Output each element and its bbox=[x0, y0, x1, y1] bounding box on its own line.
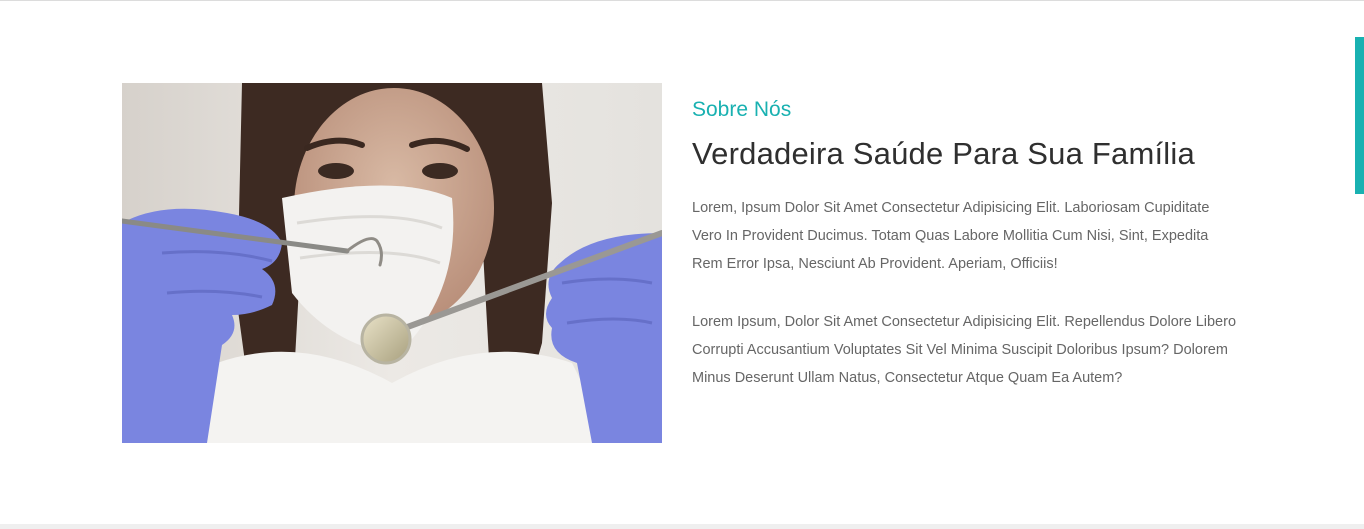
top-divider bbox=[0, 0, 1364, 1]
section-title: Verdadeira Saúde Para Sua Família bbox=[692, 136, 1195, 171]
scrollbar-thumb[interactable] bbox=[1355, 37, 1364, 194]
about-section: Sobre Nós Verdadeira Saúde Para Sua Famí… bbox=[692, 96, 1252, 392]
about-photo bbox=[122, 83, 662, 443]
about-paragraph-1: Lorem, Ipsum Dolor Sit Amet Consectetur … bbox=[692, 200, 1210, 272]
about-paragraph-2: Lorem Ipsum, Dolor Sit Amet Consectetur … bbox=[692, 314, 1237, 386]
section-eyebrow: Sobre Nós bbox=[692, 98, 792, 121]
bottom-divider bbox=[0, 524, 1364, 529]
